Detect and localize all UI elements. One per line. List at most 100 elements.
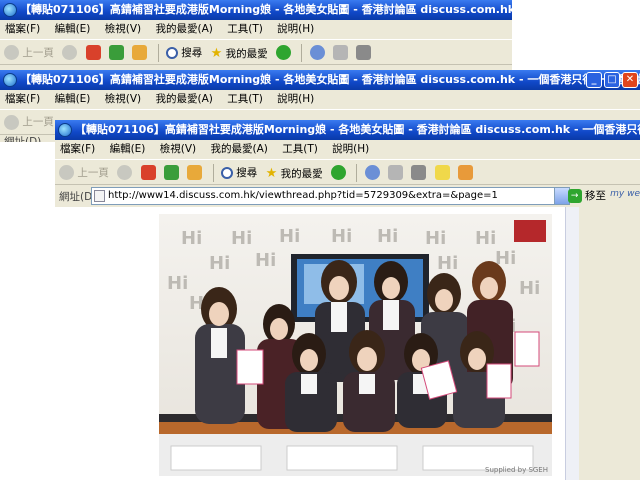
- menu-edit[interactable]: 編輯(E): [55, 93, 91, 105]
- toolbar-separator: [212, 164, 214, 182]
- mail-button[interactable]: [387, 165, 403, 182]
- menu-file[interactable]: 檔案(F): [5, 93, 40, 105]
- history-button[interactable]: [364, 165, 380, 182]
- menu-bar: 檔案(F) 編輯(E) 檢視(V) 我的最愛(A) 工具(T) 說明(H): [0, 20, 512, 39]
- browser-window-back: 【轉貼071106】高錆補習社要成港版Morning娘 - 各地美女貼圖 - 香…: [0, 0, 512, 72]
- favorites-button[interactable]: ★ 我的最愛: [266, 165, 323, 182]
- mail-button[interactable]: [332, 45, 348, 62]
- svg-text:Hi: Hi: [181, 228, 202, 249]
- close-button[interactable]: ✕: [622, 72, 638, 88]
- menu-tools[interactable]: 工具(T): [227, 93, 263, 105]
- media-button[interactable]: [275, 45, 291, 62]
- menu-view[interactable]: 檢視(V): [105, 23, 141, 35]
- media-icon: [330, 165, 346, 180]
- ie-icon: [3, 73, 17, 87]
- address-input[interactable]: http://www14.discuss.com.hk/viewthread.p…: [91, 187, 570, 205]
- print-icon: [411, 165, 427, 180]
- svg-text:Hi: Hi: [231, 228, 252, 249]
- history-icon: [364, 165, 380, 180]
- refresh-button[interactable]: [108, 45, 124, 62]
- window-title-bar[interactable]: 【轉貼071106】高錆補習社要成港版Morning娘 - 各地美女貼圖 - 香…: [0, 0, 512, 20]
- search-button[interactable]: 搜尋: [165, 45, 202, 62]
- go-button[interactable]: → 移至: [567, 188, 606, 204]
- ie-icon: [3, 3, 17, 17]
- window-title: 【轉貼071106】高錆補習社要成港版Morning娘 - 各地美女貼圖 - 香…: [20, 3, 512, 16]
- messenger-button[interactable]: [458, 165, 473, 182]
- menu-help[interactable]: 說明(H): [332, 143, 369, 155]
- svg-text:Hi: Hi: [519, 278, 540, 299]
- home-icon: [187, 165, 203, 180]
- menu-view[interactable]: 檢視(V): [160, 143, 196, 155]
- refresh-button[interactable]: [163, 165, 179, 182]
- media-button[interactable]: [330, 165, 346, 182]
- toolbar-separator: [301, 44, 303, 62]
- svg-text:Hi: Hi: [377, 226, 398, 247]
- print-button[interactable]: [356, 45, 372, 62]
- vertical-scrollbar[interactable]: [565, 207, 579, 480]
- group-photo-image: HiHiHi HiHiHiHi HiHiHi HiHiHi HiHi: [159, 214, 552, 476]
- menu-tools[interactable]: 工具(T): [282, 143, 318, 155]
- home-icon: [132, 45, 148, 60]
- history-icon: [309, 45, 325, 60]
- address-url: http://www14.discuss.com.hk/viewthread.p…: [108, 190, 498, 201]
- search-icon: [220, 166, 233, 179]
- forward-button[interactable]: [62, 45, 78, 62]
- toolbar: 上一頁 搜尋 ★ 我的最愛: [55, 159, 640, 185]
- ie-icon: [58, 123, 72, 137]
- star-icon: ★: [210, 45, 223, 61]
- maximize-button[interactable]: □: [604, 72, 620, 88]
- stop-button[interactable]: [85, 45, 101, 62]
- back-button[interactable]: 上一頁: [4, 114, 54, 131]
- menu-view[interactable]: 檢視(V): [105, 93, 141, 105]
- window-title-bar[interactable]: 【轉貼071106】高錆補習社要成港版Morning娘 - 各地美女貼圖 - 香…: [0, 70, 640, 90]
- back-arrow-icon: [4, 45, 19, 60]
- refresh-icon: [163, 165, 179, 180]
- search-button[interactable]: 搜尋: [220, 165, 257, 182]
- window-title: 【轉貼071106】高錆補習社要成港版Morning娘 - 各地美女貼圖 - 香…: [20, 73, 640, 86]
- favorites-button[interactable]: ★ 我的最愛: [211, 45, 268, 62]
- page-icon: [94, 190, 105, 202]
- messenger-icon: [458, 165, 473, 180]
- menu-tools[interactable]: 工具(T): [227, 23, 263, 35]
- go-arrow-icon: →: [567, 189, 582, 203]
- history-button[interactable]: [309, 45, 325, 62]
- menu-edit[interactable]: 編輯(E): [55, 23, 91, 35]
- menu-edit[interactable]: 編輯(E): [110, 143, 146, 155]
- back-button[interactable]: 上一頁: [59, 165, 109, 182]
- edit-icon: [434, 165, 450, 180]
- address-bar: 網址(D) http://www14.discuss.com.hk/viewth…: [55, 185, 640, 207]
- menu-favorites[interactable]: 我的最愛(A): [155, 93, 212, 105]
- svg-text:Hi: Hi: [255, 250, 276, 271]
- home-button[interactable]: [187, 165, 203, 182]
- menu-file[interactable]: 檔案(F): [60, 143, 95, 155]
- back-arrow-icon: [59, 165, 74, 180]
- photo-credit: Supplied by SGEH: [485, 466, 548, 474]
- svg-text:Hi: Hi: [475, 228, 496, 249]
- menu-bar: 檔案(F) 編輯(E) 檢視(V) 我的最愛(A) 工具(T) 說明(H): [55, 140, 640, 159]
- window-title-bar[interactable]: 【轉貼071106】高錆補習社要成港版Morning娘 - 各地美女貼圖 - 香…: [55, 120, 640, 140]
- address-label: 網址(D): [4, 136, 42, 142]
- posted-photo: HiHiHi HiHiHiHi HiHiHi HiHiHi HiHi: [159, 214, 552, 476]
- toolbar-separator: [157, 44, 159, 62]
- search-icon: [165, 46, 178, 59]
- mail-icon: [332, 45, 348, 60]
- msn-toolbar-label[interactable]: my we: [610, 189, 640, 199]
- home-button[interactable]: [132, 45, 148, 62]
- minimize-button[interactable]: _: [586, 72, 602, 88]
- menu-file[interactable]: 檔案(F): [5, 23, 40, 35]
- edit-button[interactable]: [434, 165, 450, 182]
- back-button[interactable]: 上一頁: [4, 45, 54, 62]
- menu-help[interactable]: 說明(H): [277, 93, 314, 105]
- stop-icon: [140, 165, 156, 180]
- menu-favorites[interactable]: 我的最愛(A): [155, 23, 212, 35]
- svg-text:Hi: Hi: [437, 253, 458, 274]
- menu-favorites[interactable]: 我的最愛(A): [210, 143, 267, 155]
- svg-text:Hi: Hi: [279, 226, 300, 247]
- forward-button[interactable]: [117, 165, 133, 182]
- refresh-icon: [108, 45, 124, 60]
- back-arrow-icon: [4, 114, 19, 130]
- print-button[interactable]: [411, 165, 427, 182]
- svg-text:Hi: Hi: [167, 273, 188, 294]
- menu-help[interactable]: 說明(H): [277, 23, 314, 35]
- stop-button[interactable]: [140, 165, 156, 182]
